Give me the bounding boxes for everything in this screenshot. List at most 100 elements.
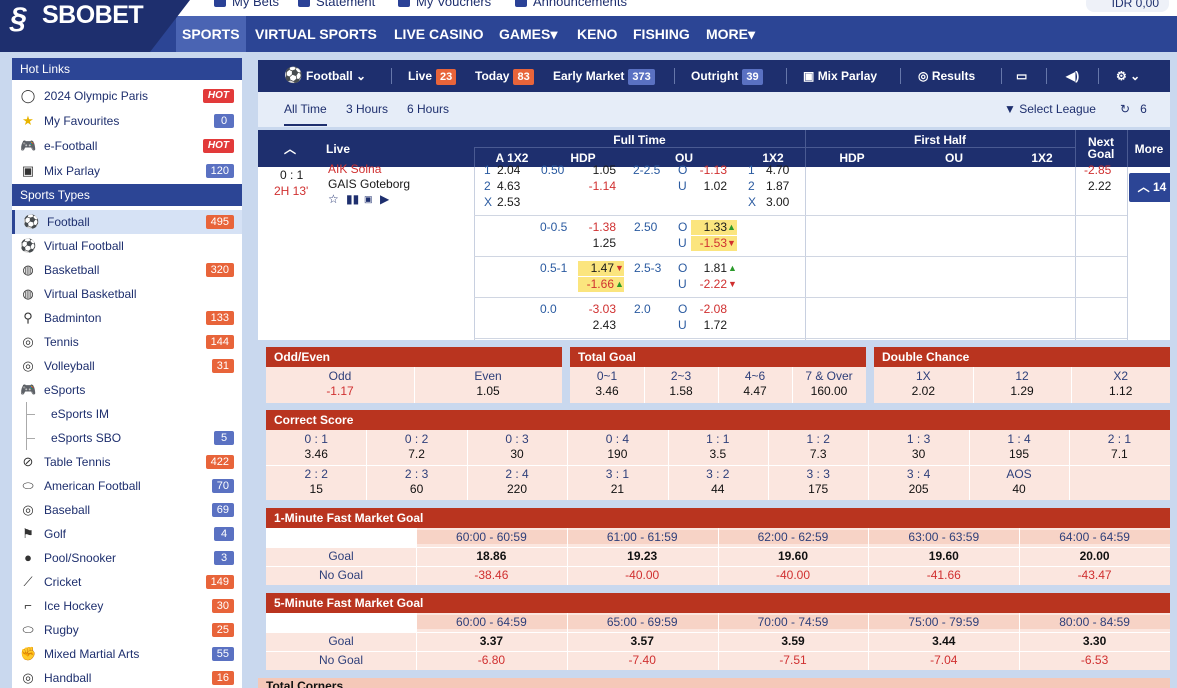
filter-6-hours[interactable]: 6 Hours <box>407 102 449 116</box>
goal-odds[interactable]: 3.57 <box>567 634 718 648</box>
over-odds[interactable]: -2.08 <box>691 302 727 317</box>
correct-score-option[interactable]: 1 : 2 7.3 <box>768 432 868 462</box>
sidebar-item-ice-hockey[interactable]: ⌐ Ice Hockey 30 <box>12 594 242 618</box>
next-goal-odds[interactable]: 2.22 <box>1088 179 1111 194</box>
nav-virtual-sports[interactable]: VIRTUAL SPORTS <box>249 16 383 52</box>
double-chance-option[interactable]: X2 1.12 <box>1071 369 1170 399</box>
sidebar-item-volleyball[interactable]: ◎ Volleyball 31 <box>12 354 242 378</box>
live-tracker-icon[interactable]: ▣ <box>364 192 373 207</box>
no-goal-odds[interactable]: -7.51 <box>718 653 869 667</box>
sidebar-item-pool-snooker[interactable]: ● Pool/Snooker 3 <box>12 546 242 570</box>
no-goal-odds[interactable]: -7.04 <box>868 653 1019 667</box>
no-goal-odds[interactable]: -40.00 <box>718 568 869 582</box>
correct-score-option[interactable]: 2 : 4 220 <box>467 467 567 497</box>
sidebar-hot-link[interactable]: ★ My Favourites 0 <box>12 109 242 133</box>
odd-option[interactable]: Odd -1.17 <box>266 369 414 399</box>
sidebar-item-virtual-football[interactable]: ⚽ Virtual Football <box>12 234 242 258</box>
goal-odds[interactable]: 3.44 <box>868 634 1019 648</box>
hdp-home-odds[interactable]: -3.03 <box>578 302 616 317</box>
total-goal-option[interactable]: 2~3 1.58 <box>644 369 718 399</box>
correct-score-option[interactable]: 2 : 1 7.1 <box>1069 432 1169 462</box>
settings-gear-icon[interactable]: ⚙ ⌄ <box>1116 60 1140 92</box>
double-chance-option[interactable]: 1X 2.02 <box>874 369 973 399</box>
goal-odds[interactable]: 3.30 <box>1019 634 1170 648</box>
sidebar-item-american-football[interactable]: ⬭ American Football 70 <box>12 474 242 498</box>
correct-score-option[interactable]: 0 : 3 30 <box>467 432 567 462</box>
refresh-button[interactable]: ↻ 6 <box>1120 102 1147 116</box>
hdp-away-odds[interactable]: 1.25 <box>578 236 616 251</box>
sidebar-item-cricket[interactable]: ⟋ Cricket 149 <box>12 570 242 594</box>
even-option[interactable]: Even 1.05 <box>414 369 562 399</box>
sidebar-item-handball[interactable]: ◎ Handball 16 <box>12 666 242 688</box>
my-vouchers-link[interactable]: My Vouchers <box>398 0 491 9</box>
hdp-away-odds[interactable]: -1.14 <box>586 179 616 194</box>
nav-live-casino[interactable]: LIVE CASINO <box>388 16 489 52</box>
correct-score-option[interactable]: 3 : 2 44 <box>668 467 768 497</box>
under-odds[interactable]: 1.72 <box>691 318 727 333</box>
no-goal-odds[interactable]: -7.40 <box>567 653 718 667</box>
sidebar-item-mixed-martial-arts[interactable]: ✊ Mixed Martial Arts 55 <box>12 642 242 666</box>
correct-score-option[interactable]: 3 : 3 175 <box>768 467 868 497</box>
tab-mix-parlay[interactable]: ▣ Mix Parlay <box>803 60 877 92</box>
no-goal-odds[interactable]: -43.47 <box>1019 568 1170 582</box>
total-goal-option[interactable]: 4~6 4.47 <box>718 369 792 399</box>
a1x2-draw-odds[interactable]: 2.53 <box>497 195 520 210</box>
sidebar-item-esports-im[interactable]: eSports IM <box>12 402 242 426</box>
a1x2-away-odds[interactable]: 4.63 <box>497 179 520 194</box>
double-chance-option[interactable]: 12 1.29 <box>973 369 1072 399</box>
tab-live[interactable]: Live 23 <box>408 60 457 92</box>
my-bets-link[interactable]: My Bets <box>214 0 279 9</box>
away-team-name[interactable]: GAIS Goteborg <box>328 177 410 192</box>
goal-odds[interactable]: 19.60 <box>718 549 869 563</box>
1x2-draw-odds[interactable]: 3.00 <box>766 195 789 210</box>
correct-score-option[interactable]: 3 : 4 205 <box>868 467 968 497</box>
under-odds[interactable]: -2.22 <box>691 277 727 292</box>
under-odds[interactable]: 1.02 <box>695 179 727 194</box>
sidebar-item-badminton[interactable]: ⚲ Badminton 133 <box>12 306 242 330</box>
tab-early-market[interactable]: Early Market 373 <box>553 60 655 92</box>
statement-link[interactable]: Statement <box>298 0 375 9</box>
sidebar-item-esports-sbo[interactable]: eSports SBO 5 <box>12 426 242 450</box>
announcements-link[interactable]: Announcements <box>515 0 627 9</box>
correct-score-option[interactable]: AOS 40 <box>969 467 1069 497</box>
goal-odds[interactable]: 3.59 <box>718 634 869 648</box>
correct-score-option[interactable]: 2 : 3 60 <box>366 467 466 497</box>
nav-keno[interactable]: KENO <box>571 16 623 52</box>
correct-score-option[interactable]: 2 : 2 15 <box>266 467 366 497</box>
goal-odds[interactable]: 20.00 <box>1019 549 1170 563</box>
nav-games[interactable]: GAMES▾ <box>493 16 563 52</box>
correct-score-option[interactable]: 0 : 1 3.46 <box>266 432 366 462</box>
sound-icon[interactable]: ◀) <box>1066 60 1079 92</box>
correct-score-option[interactable]: 0 : 4 190 <box>567 432 667 462</box>
tab-results[interactable]: ◎ Results <box>918 60 975 92</box>
sidebar-item-baseball[interactable]: ◎ Baseball 69 <box>12 498 242 522</box>
a1x2-home-odds[interactable]: 2.04 <box>497 163 520 178</box>
correct-score-option[interactable]: 3 : 1 21 <box>567 467 667 497</box>
tab-outright[interactable]: Outright 39 <box>691 60 763 92</box>
no-goal-odds[interactable]: -41.66 <box>868 568 1019 582</box>
sidebar-hot-link[interactable]: ▣ Mix Parlay 120 <box>12 159 242 183</box>
tab-today[interactable]: Today 83 <box>475 60 534 92</box>
no-goal-odds[interactable]: -40.00 <box>567 568 718 582</box>
total-goal-option[interactable]: 0~1 3.46 <box>570 369 644 399</box>
tv-icon[interactable]: ▭ <box>1016 60 1027 92</box>
1x2-away-odds[interactable]: 1.87 <box>766 179 789 194</box>
correct-score-option[interactable]: 1 : 4 195 <box>969 432 1069 462</box>
sidebar-item-tennis[interactable]: ◎ Tennis 144 <box>12 330 242 354</box>
home-team-name[interactable]: AIK Solna <box>328 162 381 177</box>
next-goal-odds[interactable]: -2.85 <box>1084 163 1111 178</box>
stats-chart-icon[interactable]: ▮▮ <box>346 192 359 207</box>
filter-all-time[interactable]: All Time <box>284 102 327 126</box>
sidebar-hot-link[interactable]: ◯ 2024 Olympic Paris HOT <box>12 84 242 108</box>
sidebar-item-football[interactable]: ⚽ Football 495 <box>12 210 242 234</box>
hdp-home-odds[interactable]: 1.05 <box>586 163 616 178</box>
sidebar-item-golf[interactable]: ⚑ Golf 4 <box>12 522 242 546</box>
1x2-home-odds[interactable]: 4.70 <box>766 163 789 178</box>
nav-sports[interactable]: SPORTS <box>176 16 246 52</box>
over-odds[interactable]: -1.13 <box>695 163 727 178</box>
no-goal-odds[interactable]: -6.53 <box>1019 653 1170 667</box>
correct-score-option[interactable]: 1 : 1 3.5 <box>668 432 768 462</box>
goal-odds[interactable]: 19.60 <box>868 549 1019 563</box>
collapse-chevron-icon[interactable]: ︿ <box>284 140 296 157</box>
sidebar-item-rugby[interactable]: ⬭ Rugby 25 <box>12 618 242 642</box>
